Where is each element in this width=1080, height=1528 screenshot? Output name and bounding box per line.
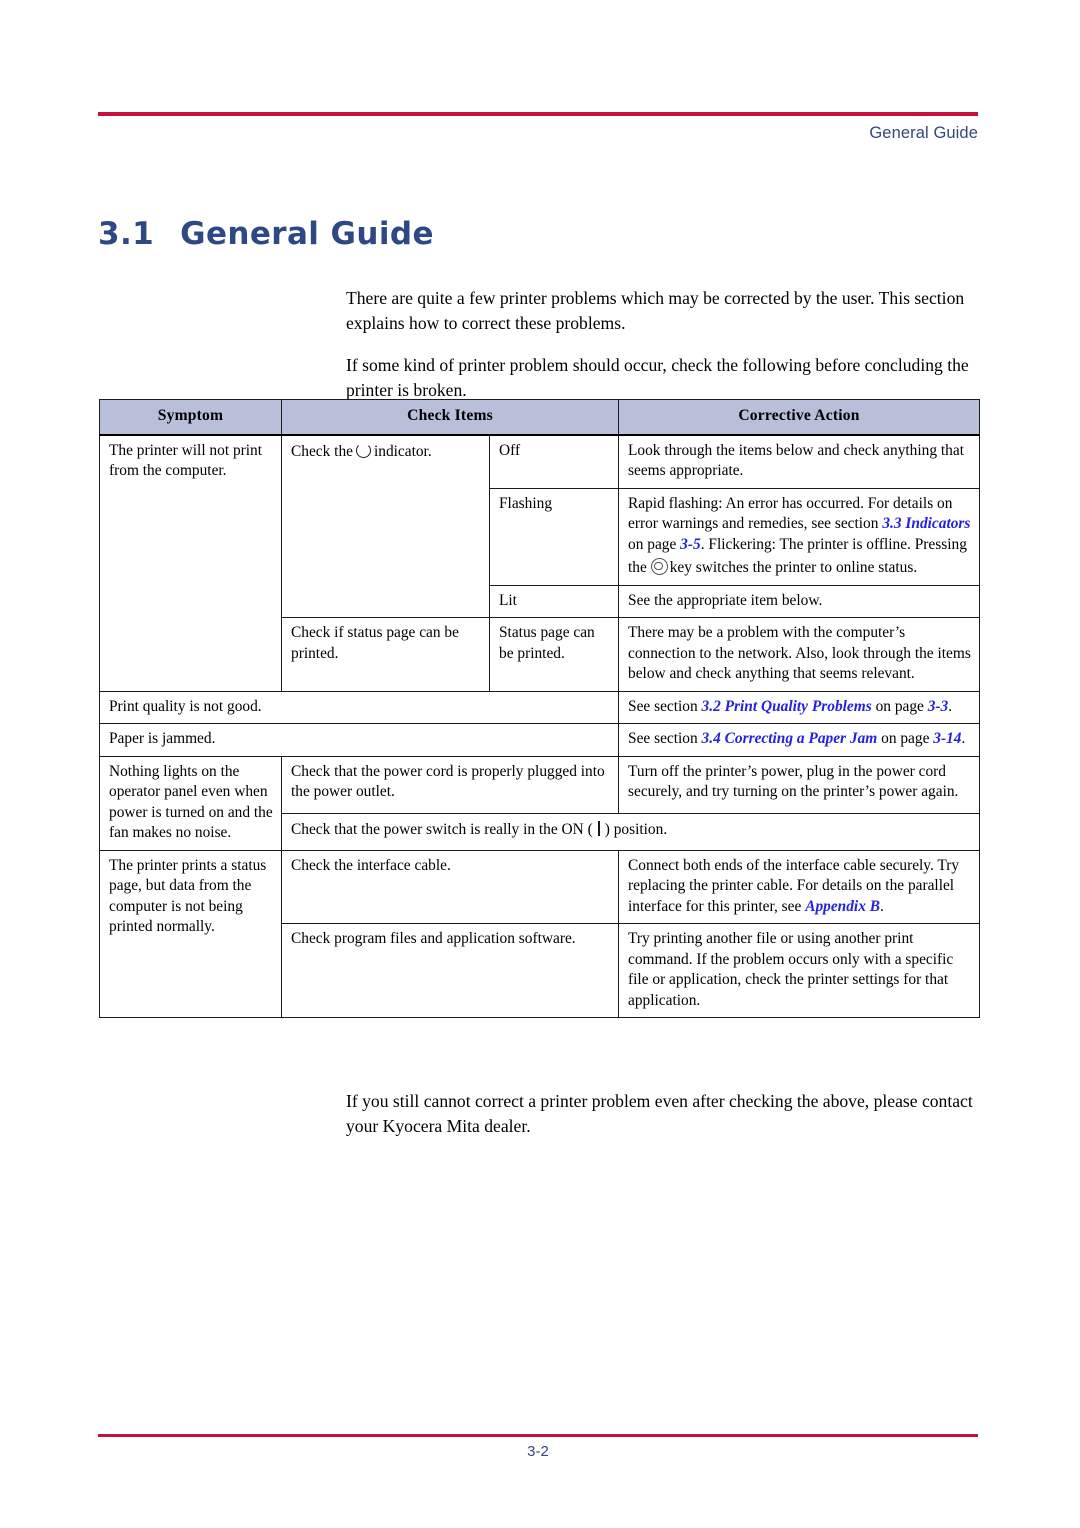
cross-reference-page[interactable]: 3-3 (928, 698, 949, 715)
action-text-a: See section (628, 730, 698, 747)
cell-state: Off (488, 434, 620, 489)
page-title: 3.1 General Guide (98, 216, 434, 252)
column-header-check-items: Check Items (280, 399, 620, 436)
cell-corrective-action: See section 3.4 Correcting a Paper Jam o… (618, 723, 981, 757)
outro-block: If you still cannot correct a printer pr… (346, 1089, 991, 1139)
action-text-a: Connect both ends of the interface cable… (628, 856, 960, 915)
cell-symptom: Print quality is not good. (98, 690, 620, 724)
section-number: 3.1 (98, 216, 155, 252)
ready-indicator-icon (355, 442, 371, 458)
cell-state: Status page can be printed. (488, 617, 620, 692)
table-header-row: Symptom Check Items Corrective Action (99, 399, 981, 436)
page-footer: 3-2 (98, 1434, 978, 1460)
action-text-b: . (880, 897, 884, 915)
power-on-bar-icon (597, 821, 600, 837)
table-row: The printer will not print from the comp… (99, 434, 981, 692)
cell-corrective-action: See the appropriate item below. (618, 584, 981, 618)
cell-symptom: The printer prints a status page, but da… (99, 849, 282, 1018)
cell-symptom: Paper is jammed. (98, 723, 620, 757)
action-text-e: key switches the printer to online statu… (669, 559, 918, 576)
online-key-icon (650, 558, 668, 575)
cross-reference-section[interactable]: 3.3 Indicators (882, 515, 970, 532)
power-switch-text-post: ) position. (604, 821, 668, 839)
table-row: Print quality is not good. See section 3… (98, 690, 981, 724)
intro-paragraph-1: There are quite a few printer problems w… (346, 288, 965, 333)
table-row: Paper is jammed. See section 3.4 Correct… (98, 723, 981, 757)
table-row: The printer prints a status page, but da… (99, 849, 981, 1018)
cell-check-item: Check that the power cord is properly pl… (280, 755, 620, 815)
cell-corrective-action: Look through the items below and check a… (618, 434, 981, 489)
cross-reference-page[interactable]: 3-14 (933, 730, 961, 747)
troubleshooting-table: Symptom Check Items Corrective Action Th… (98, 399, 981, 1018)
action-text-c: . (700, 535, 705, 553)
cross-reference-appendix[interactable]: Appendix B (805, 898, 880, 915)
intro-paragraph-2: If some kind of printer problem should o… (346, 355, 969, 400)
page-number: 3-2 (527, 1443, 549, 1460)
action-text-b: on page (628, 535, 677, 553)
cell-check-item: Check the indicator. (281, 434, 490, 618)
cell-check-item: Check if status page can be printed. (281, 617, 490, 692)
cell-state: Lit (488, 584, 620, 618)
troubleshooting-table-wrapper: Symptom Check Items Corrective Action Th… (98, 399, 981, 1018)
cell-symptom: Nothing lights on the operator panel eve… (99, 755, 282, 851)
header-rule (98, 112, 978, 116)
power-switch-text-pre: Check that the power switch is really in… (291, 821, 593, 839)
cell-symptom: The printer will not print from the comp… (99, 434, 282, 692)
intro-block: There are quite a few printer problems w… (346, 286, 986, 403)
cross-reference-section[interactable]: 3.2 Print Quality Problems (702, 698, 872, 715)
footer-rule (98, 1434, 978, 1437)
check-indicator-text-post: indicator. (373, 442, 432, 460)
cell-corrective-action: Connect both ends of the interface cable… (618, 849, 981, 924)
cell-check-item: Check the interface cable. (280, 849, 620, 924)
cell-check-item: Check that the power switch is really in… (280, 813, 981, 851)
action-text-b: on page (881, 730, 930, 747)
cell-corrective-action: There may be a problem with the computer… (618, 617, 981, 692)
cross-reference-page[interactable]: 3-5 (680, 536, 701, 553)
check-indicator-text-pre: Check the (291, 442, 353, 460)
table-row: Nothing lights on the operator panel eve… (99, 755, 981, 851)
page-header: General Guide (98, 112, 978, 143)
cell-corrective-action: Rapid flashing: An error has occurred. F… (618, 487, 981, 586)
cell-check-item: Check program files and application soft… (280, 923, 620, 1018)
column-header-corrective-action: Corrective Action (618, 399, 981, 436)
action-text-a: See section (628, 697, 698, 715)
action-text-c: . (961, 730, 966, 747)
running-header-title: General Guide (869, 124, 978, 142)
outro-paragraph-1: If you still cannot correct a printer pr… (346, 1091, 973, 1136)
section-title: General Guide (180, 216, 434, 252)
column-header-symptom: Symptom (99, 399, 282, 436)
cell-corrective-action: Turn off the printer’s power, plug in th… (618, 755, 981, 815)
cell-corrective-action: See section 3.2 Print Quality Problems o… (618, 690, 981, 724)
cross-reference-section[interactable]: 3.4 Correcting a Paper Jam (702, 730, 878, 747)
action-text-b: on page (875, 697, 924, 715)
action-text-c: . (948, 697, 953, 715)
cell-state: Flashing (488, 487, 620, 586)
cell-corrective-action: Try printing another file or using anoth… (618, 923, 981, 1018)
